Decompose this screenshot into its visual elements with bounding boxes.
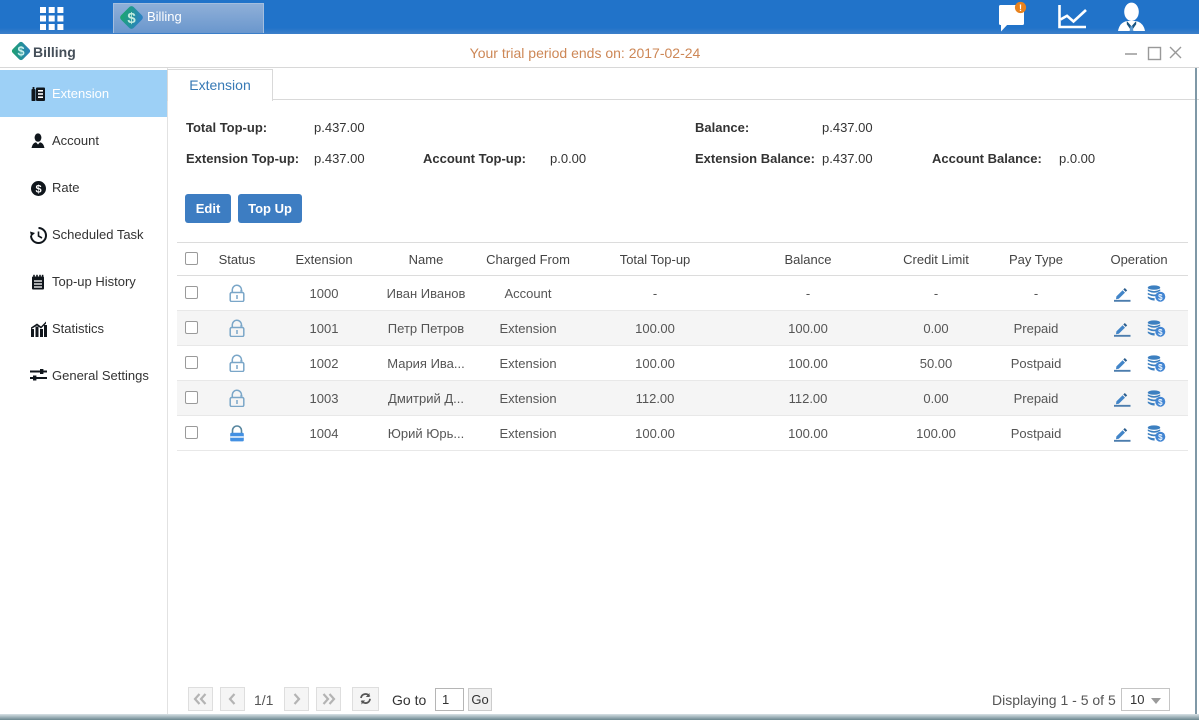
svg-text:$: $ xyxy=(1158,397,1163,406)
svg-text:$: $ xyxy=(35,184,41,196)
svg-text:$: $ xyxy=(1158,432,1163,441)
svg-text:$: $ xyxy=(1158,292,1163,301)
svg-text:$: $ xyxy=(1158,362,1163,371)
svg-text:$: $ xyxy=(127,10,136,27)
svg-text:!: ! xyxy=(1019,3,1022,13)
svg-text:$: $ xyxy=(1158,327,1163,336)
